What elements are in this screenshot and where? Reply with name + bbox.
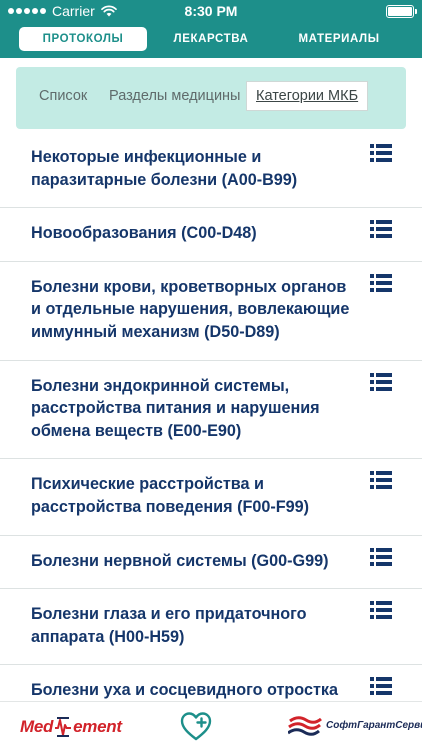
item-title: Болезни эндокринной системы, расстройств…	[31, 376, 320, 440]
list-icon[interactable]	[370, 547, 392, 566]
partner-logo-text: СофтГарантСервис	[326, 719, 422, 731]
list-item[interactable]: Болезни глаза и его придаточного аппарат…	[0, 589, 422, 666]
list-icon[interactable]	[370, 601, 392, 620]
list-icon[interactable]	[370, 372, 392, 391]
status-bar: Carrier 8:30 PM	[0, 0, 422, 22]
filter-list[interactable]: Список	[30, 81, 96, 111]
list-item[interactable]: Новообразования (C00-D48)	[0, 208, 422, 262]
filter-medicine-sections[interactable]: Разделы медицины	[100, 81, 249, 111]
medelement-logo-right: ement	[73, 717, 122, 736]
battery-icon	[386, 5, 417, 18]
icd-category-list: Некоторые инфекционные и паразитарные бо…	[0, 132, 422, 701]
item-title: Болезни крови, кроветворных органов и от…	[31, 277, 350, 341]
list-item[interactable]: Болезни крови, кроветворных органов и от…	[0, 262, 422, 361]
flag-stripes-icon	[288, 716, 322, 736]
item-title: Болезни нервной системы (G00-G99)	[31, 551, 329, 570]
app-header: Carrier 8:30 PM ПРОТОКОЛЫ ЛЕКАРСТВА МАТЕ…	[0, 0, 422, 58]
pulse-e-icon	[55, 717, 72, 737]
item-title: Болезни глаза и его придаточного аппарат…	[31, 605, 307, 646]
list-icon[interactable]	[370, 144, 392, 162]
softgarantservice-logo[interactable]: СофтГарантСервис	[288, 714, 422, 736]
list-item[interactable]: Психические расстройства и расстройства …	[0, 459, 422, 536]
list-icon[interactable]	[370, 677, 392, 696]
heart-plus-icon[interactable]	[179, 710, 213, 742]
item-title: Некоторые инфекционные и паразитарные бо…	[31, 148, 298, 189]
tab-protocols[interactable]: ПРОТОКОЛЫ	[19, 27, 147, 51]
status-time: 8:30 PM	[184, 3, 238, 19]
filter-icd-categories[interactable]: Категории МКБ	[246, 81, 369, 111]
item-title: Болезни уха и сосцевидного отростка (H60…	[31, 681, 339, 700]
list-item[interactable]: Болезни эндокринной системы, расстройств…	[0, 361, 422, 460]
item-title: Психические расстройства и расстройства …	[31, 475, 310, 516]
list-icon[interactable]	[370, 220, 392, 239]
filter-panel: Список Разделы медицины Категории МКБ	[16, 67, 406, 129]
list-icon[interactable]	[370, 471, 392, 490]
bottom-bar: Med ement СофтГарантСервис	[0, 701, 422, 750]
tab-materials[interactable]: МАТЕРИАЛЫ	[275, 27, 403, 51]
medelement-logo[interactable]: Med ement	[20, 715, 122, 739]
list-item[interactable]: Некоторые инфекционные и паразитарные бо…	[0, 132, 422, 209]
section-tabs: ПРОТОКОЛЫ ЛЕКАРСТВА МАТЕРИАЛЫ	[19, 27, 403, 51]
tab-drugs[interactable]: ЛЕКАРСТВА	[147, 27, 275, 51]
list-icon[interactable]	[370, 273, 392, 292]
item-title: Новообразования (C00-D48)	[31, 224, 257, 243]
list-item[interactable]: Болезни нервной системы (G00-G99)	[0, 536, 422, 590]
list-item[interactable]: Болезни уха и сосцевидного отростка (H60…	[0, 665, 422, 701]
medelement-logo-left: Med	[20, 717, 54, 736]
